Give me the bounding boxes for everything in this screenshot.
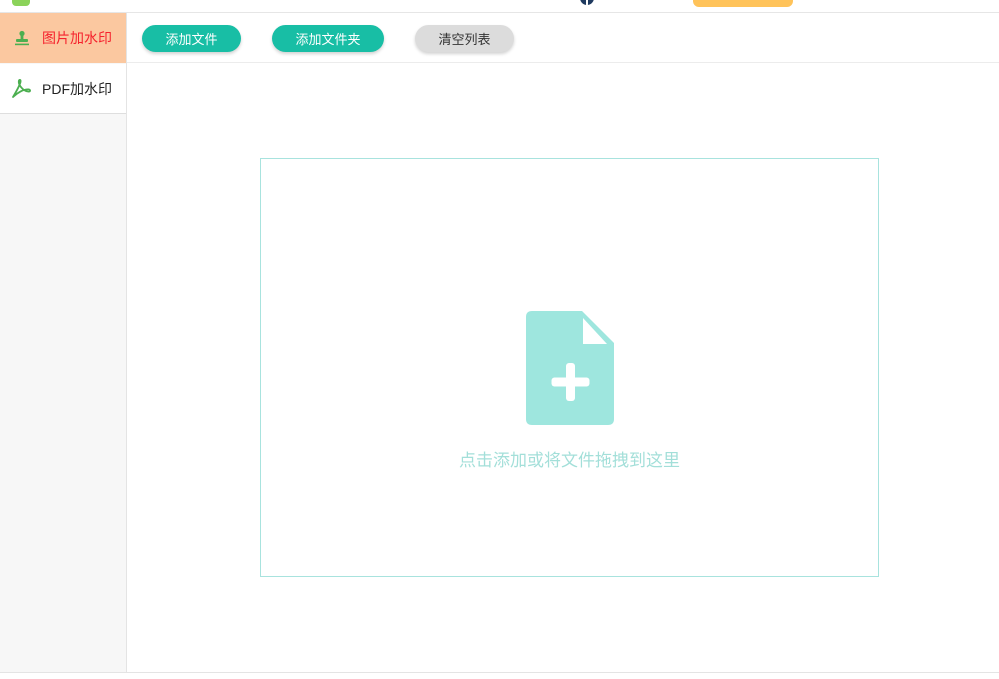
stamp-icon <box>15 30 29 46</box>
toolbar: 添加文件 添加文件夹 清空列表 <box>127 13 999 63</box>
sidebar-item-label: PDF加水印 <box>42 80 112 97</box>
drop-hint-text: 点击添加或将文件拖拽到这里 <box>459 451 680 470</box>
app-logo-icon <box>12 0 30 6</box>
user-avatar-icon[interactable] <box>580 0 594 5</box>
main-panel: 添加文件 添加文件夹 清空列表 点击添加或将文件拖拽到这里 <box>127 13 999 672</box>
sidebar-item-image-watermark[interactable]: 图片加水印 <box>0 13 126 63</box>
file-drop-zone[interactable]: 点击添加或将文件拖拽到这里 <box>260 158 879 577</box>
accent-button[interactable] <box>693 0 793 7</box>
pdf-icon <box>12 79 31 98</box>
sidebar-item-pdf-watermark[interactable]: PDF加水印 <box>0 64 126 114</box>
clear-list-button[interactable]: 清空列表 <box>415 25 514 52</box>
file-add-icon <box>526 311 614 425</box>
title-bar <box>0 0 999 13</box>
sidebar-item-label: 图片加水印 <box>42 30 112 46</box>
sidebar: 图片加水印 PDF加水印 <box>0 13 127 672</box>
add-folder-button[interactable]: 添加文件夹 <box>272 25 384 52</box>
add-file-button[interactable]: 添加文件 <box>142 25 241 52</box>
status-bar <box>0 672 999 679</box>
